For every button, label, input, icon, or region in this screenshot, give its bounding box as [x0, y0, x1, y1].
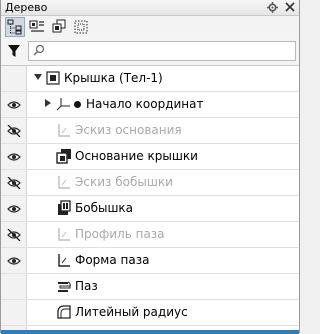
- tree-item-boss[interactable]: Бобышка: [1, 196, 299, 222]
- tree-item-origin[interactable]: Начало координат: [1, 92, 299, 118]
- tree-item-label: Форма паза: [75, 253, 150, 267]
- search-icon: [33, 44, 45, 59]
- boss-icon: [56, 200, 72, 216]
- tree-item-base[interactable]: Основание крышки: [1, 144, 299, 170]
- cut-icon: [56, 278, 72, 294]
- filter-button[interactable]: [5, 42, 23, 60]
- sketch-icon: [56, 252, 72, 268]
- tree-panel: Дерево Крышка (Тел-1) Начало координат Э…: [0, 0, 300, 334]
- tree-item-label: Литейный радиус: [75, 305, 188, 319]
- hidden-eye-icon[interactable]: [6, 228, 22, 241]
- tree-item-label: Профиль паза: [75, 227, 165, 241]
- bodies-mode-button[interactable]: [71, 17, 91, 37]
- visibility-eye-icon[interactable]: [6, 202, 22, 215]
- tree-toolbar: [1, 16, 299, 38]
- tree-item-fillet[interactable]: Литейный радиус: [1, 300, 299, 326]
- sketch-icon: [56, 226, 72, 242]
- visibility-eye-icon[interactable]: [6, 98, 22, 111]
- search-box[interactable]: [28, 41, 296, 61]
- fillet-icon: [56, 304, 72, 320]
- settings-gear-icon[interactable]: [266, 1, 278, 13]
- tree-item-label: Бобышка: [75, 201, 134, 215]
- tree-item-slot-profile[interactable]: Профиль паза: [1, 222, 299, 248]
- tree-item-slot-cut[interactable]: Паз: [1, 274, 299, 300]
- tree-structure-mode-button[interactable]: [5, 17, 25, 37]
- sketch-icon: [56, 122, 72, 138]
- tree-item-label: Эскиз бобышки: [75, 175, 173, 189]
- feature-tree: Крышка (Тел-1) Начало координат Эскиз ос…: [1, 65, 299, 334]
- extrude-icon: [56, 148, 72, 164]
- components-mode-button[interactable]: [49, 17, 69, 37]
- expand-arrow-icon[interactable]: [44, 99, 52, 107]
- hidden-eye-icon[interactable]: [6, 124, 22, 137]
- tree-root-label: Крышка (Тел-1): [64, 71, 163, 85]
- visibility-eye-icon[interactable]: [6, 150, 22, 163]
- tree-item-sketch-base[interactable]: Эскиз основания: [1, 118, 299, 144]
- tree-item-slot-shape[interactable]: Форма паза: [1, 248, 299, 274]
- tree-item-sketch-boss[interactable]: Эскиз бобышки: [1, 170, 299, 196]
- panel-title: Дерево: [5, 1, 48, 14]
- filter-row: [1, 40, 299, 62]
- selection-accent-bar: [1, 330, 299, 334]
- collapse-arrow-icon[interactable]: [34, 73, 42, 81]
- tree-root-row[interactable]: Крышка (Тел-1): [1, 66, 299, 92]
- origin-point-icon: [74, 101, 81, 108]
- origin-axes-icon: [56, 96, 72, 112]
- tree-item-label: Начало координат: [86, 97, 204, 111]
- list-mode-button[interactable]: [27, 17, 47, 37]
- components-icon: [52, 19, 66, 33]
- visibility-eye-icon[interactable]: [6, 254, 22, 267]
- panel-title-bar[interactable]: Дерево: [1, 0, 299, 16]
- tree-item-label: Паз: [75, 279, 98, 293]
- bodies-icon: [74, 20, 88, 34]
- part-body-icon: [45, 70, 61, 86]
- tree-item-label: Эскиз основания: [75, 123, 182, 137]
- tree-item-label: Основание крышки: [75, 149, 198, 163]
- close-icon[interactable]: [284, 1, 296, 13]
- search-input[interactable]: [49, 43, 293, 59]
- sketch-icon: [56, 174, 72, 190]
- filter-funnel-icon: [8, 45, 20, 57]
- hidden-eye-icon[interactable]: [6, 176, 22, 189]
- tree-structure-icon: [7, 19, 22, 35]
- list-icon: [29, 20, 44, 32]
